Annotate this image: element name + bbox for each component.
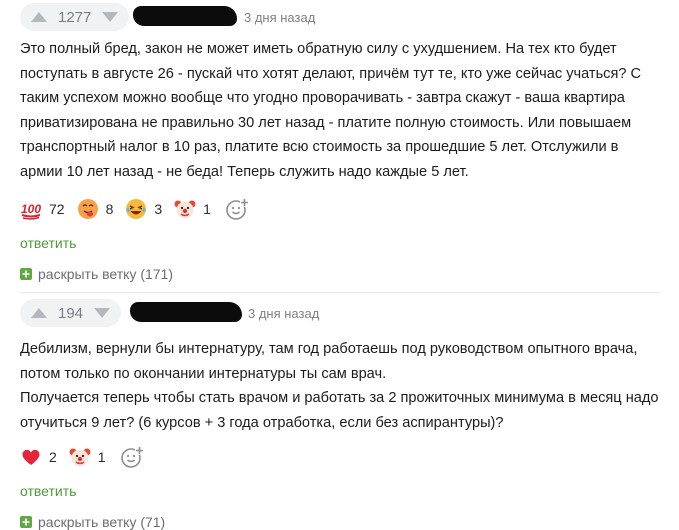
hundred-icon: 100 <box>21 202 41 220</box>
downvote-arrow-icon[interactable] <box>101 11 119 23</box>
comment-timestamp: 3 дня назад <box>244 10 316 25</box>
plus-icon <box>20 268 32 280</box>
downvote-arrow-icon[interactable] <box>93 307 111 319</box>
rating-value: 1277 <box>58 8 92 26</box>
expand-thread-link[interactable]: раскрыть ветку (171) <box>20 266 173 282</box>
tongue-face-icon <box>77 199 98 219</box>
reaction-count: 2 <box>49 449 57 465</box>
add-reaction-icon[interactable] <box>120 445 144 469</box>
clown-face-icon <box>174 200 196 219</box>
comment-timestamp: 3 дня назад <box>248 306 320 321</box>
reaction-clown[interactable]: 1 <box>174 194 211 224</box>
reply-link[interactable]: ответить <box>20 235 76 251</box>
laughing-face-icon <box>126 199 147 219</box>
reaction-count: 1 <box>203 201 211 217</box>
rating-value: 194 <box>58 304 84 322</box>
upvote-arrow-icon[interactable] <box>30 11 48 23</box>
rating-widget: 1277 <box>20 3 130 31</box>
redacted-username <box>130 302 242 322</box>
comment-text: Дебилизм, вернули бы интернатуру, там го… <box>20 337 660 435</box>
reaction-tongue[interactable]: 8 <box>77 194 114 224</box>
rating-widget: 194 <box>20 299 122 327</box>
comment-paragraph: Получается теперь чтобы стать врачом и р… <box>20 390 659 431</box>
add-reaction-icon[interactable] <box>225 197 249 221</box>
upvote-arrow-icon[interactable] <box>30 307 48 319</box>
expand-thread-link[interactable]: раскрыть ветку (71) <box>20 514 165 530</box>
clown-face-icon <box>69 448 91 467</box>
reaction-clown[interactable]: 1 <box>69 442 106 472</box>
comment-meta: 1277 <box>20 2 130 32</box>
reaction-hundred[interactable]: 100 72 <box>20 194 65 224</box>
comment-divider <box>20 292 660 293</box>
reactions-bar: 2 1 <box>20 442 144 472</box>
reaction-heart[interactable]: 2 <box>20 442 57 472</box>
svg-text:100: 100 <box>21 202 41 216</box>
expand-thread-label: раскрыть ветку (71) <box>38 514 166 530</box>
comment-2: 194 3 дня назад Дебилизм, вернули бы инт… <box>0 296 679 530</box>
comment-text: Это полный бред, закон не может иметь об… <box>20 41 642 180</box>
expand-thread-label: раскрыть ветку (171) <box>38 266 174 282</box>
reaction-count: 1 <box>97 449 106 465</box>
reply-link[interactable]: ответить <box>20 483 76 499</box>
comment-paragraph: Дебилизм, вернули бы интернатуру, там го… <box>20 341 638 382</box>
comment-1: 1277 3 дня назад Это полный бред, закон … <box>0 0 679 290</box>
reactions-bar: 100 72 8 3 1 <box>20 194 249 224</box>
reaction-laughing[interactable]: 3 <box>125 194 162 224</box>
reaction-count: 8 <box>105 201 114 217</box>
heart-icon <box>22 449 40 465</box>
reaction-count: 72 <box>49 201 65 217</box>
redacted-username <box>133 6 237 26</box>
reaction-count: 3 <box>154 201 163 217</box>
plus-icon <box>20 516 32 528</box>
comment-meta: 194 <box>20 298 122 328</box>
